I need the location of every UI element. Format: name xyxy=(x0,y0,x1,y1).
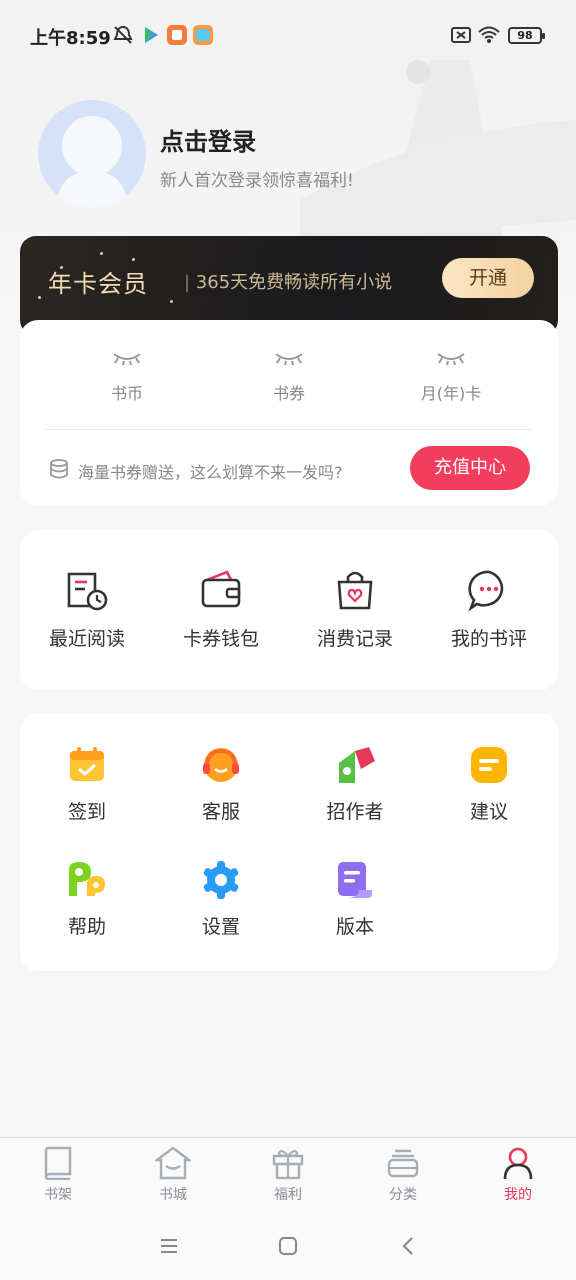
feature-label: 消费记录 xyxy=(316,628,393,650)
recent-reading-icon xyxy=(67,572,108,611)
nav-label: 分类 xyxy=(389,1187,417,1203)
status-time: 上午8:59 xyxy=(30,28,111,49)
feature-consumption-record[interactable]: 消费记录 xyxy=(288,568,422,651)
login-subtitle: 新人首次登录领惊喜福利! xyxy=(160,171,354,191)
suggestion-icon xyxy=(471,747,507,783)
promo-text: 海量书券赠送，这么划算不来一发吗? xyxy=(78,463,343,482)
tool-help[interactable]: 帮助 xyxy=(20,860,154,939)
tool-label: 客服 xyxy=(201,801,240,823)
headset-icon xyxy=(203,748,239,782)
default-avatar-icon xyxy=(56,116,128,208)
divider xyxy=(46,429,532,430)
wallet-icon xyxy=(201,570,241,608)
feature-label: 我的书评 xyxy=(450,628,527,650)
wallet-item-coins[interactable]: 书币 xyxy=(52,350,202,404)
gift-icon xyxy=(272,1149,304,1180)
feature-wallet[interactable]: 卡券钱包 xyxy=(154,568,288,651)
nav-label: 书城 xyxy=(159,1187,187,1203)
sim-off-icon xyxy=(451,27,471,43)
version-icon xyxy=(338,862,372,898)
wallet-item-vouchers[interactable]: 书券 xyxy=(214,350,364,404)
tool-suggestion[interactable]: 建议 xyxy=(422,745,556,824)
tool-label: 帮助 xyxy=(67,916,106,938)
category-icon xyxy=(387,1149,419,1178)
home-icon[interactable] xyxy=(275,1233,301,1259)
wallet-card: 书币 书券 月(年)卡 海量书券赠送，这么划算不来一发吗? 充值中心 xyxy=(20,320,558,506)
tool-recruit-author[interactable]: 招作者 xyxy=(288,745,422,824)
mute-alarm-icon xyxy=(113,25,133,44)
feature-recent-reading[interactable]: 最近阅读 xyxy=(20,568,154,651)
tool-label: 设置 xyxy=(201,916,240,938)
nav-category[interactable]: 分类 xyxy=(345,1146,461,1204)
bottom-navigation: 书架 书城 福利 分类 我的 xyxy=(0,1137,576,1211)
tool-label: 招作者 xyxy=(326,801,384,823)
game-app-icon xyxy=(193,25,213,45)
help-icon xyxy=(69,862,105,896)
closed-eye-icon xyxy=(437,353,465,366)
system-navigation-bar xyxy=(0,1211,576,1280)
feature-my-reviews[interactable]: 我的书评 xyxy=(422,568,556,651)
nav-bookshelf[interactable]: 书架 xyxy=(0,1146,116,1204)
calendar-check-icon xyxy=(70,747,104,781)
nav-label: 书架 xyxy=(44,1187,72,1203)
tool-label: 签到 xyxy=(67,801,106,823)
tool-label: 版本 xyxy=(335,916,374,938)
recharge-center-button[interactable]: 充值中心 xyxy=(410,446,530,490)
tool-version[interactable]: 版本 xyxy=(288,860,422,939)
gear-icon xyxy=(203,861,239,899)
tool-checkin[interactable]: 签到 xyxy=(20,745,154,824)
tool-settings[interactable]: 设置 xyxy=(154,860,288,939)
feature-label: 最近阅读 xyxy=(48,628,125,650)
battery-indicator: 98 xyxy=(508,27,545,44)
vip-open-button[interactable]: 开通 xyxy=(442,258,534,298)
store-icon xyxy=(155,1146,191,1180)
vip-title: 年卡会员 xyxy=(48,270,148,298)
nav-label: 福利 xyxy=(274,1187,302,1203)
tool-label: 建议 xyxy=(469,801,508,823)
vip-description: | 365天免费畅读所有小说 xyxy=(184,272,393,293)
nav-bookstore[interactable]: 书城 xyxy=(115,1146,231,1204)
nav-label: 我的 xyxy=(504,1187,532,1203)
closed-eye-icon xyxy=(275,353,303,366)
back-icon[interactable] xyxy=(396,1233,422,1259)
status-bar: 上午8:59 98 xyxy=(0,0,576,72)
nav-welfare[interactable]: 福利 xyxy=(230,1146,346,1204)
wallet-label: 月(年)卡 xyxy=(420,384,482,403)
shopping-bag-icon xyxy=(337,571,373,610)
user-icon xyxy=(503,1147,533,1180)
nav-mine[interactable]: 我的 xyxy=(460,1146,576,1204)
login-title[interactable]: 点击登录 xyxy=(160,122,256,157)
comment-icon xyxy=(468,570,504,612)
feature-label: 卡券钱包 xyxy=(182,628,259,650)
tool-customer-service[interactable]: 客服 xyxy=(154,745,288,824)
wifi-icon xyxy=(478,26,500,43)
closed-eye-icon xyxy=(113,353,141,366)
bookshelf-icon xyxy=(44,1146,72,1180)
author-icon xyxy=(339,747,375,783)
coins-stack-icon xyxy=(50,459,68,479)
features-card: 最近阅读 卡券钱包 消费记录 我的书评 xyxy=(20,530,558,690)
app-notification-icon xyxy=(167,25,187,45)
avatar[interactable] xyxy=(38,100,146,208)
wallet-item-card[interactable]: 月(年)卡 xyxy=(376,350,526,404)
tools-card: 签到 客服 招作者 建议 帮助 设置 版本 xyxy=(20,713,558,971)
play-store-icon xyxy=(145,27,158,43)
wallet-label: 书币 xyxy=(110,384,143,403)
wallet-label: 书券 xyxy=(272,384,305,403)
menu-icon[interactable] xyxy=(156,1233,182,1259)
